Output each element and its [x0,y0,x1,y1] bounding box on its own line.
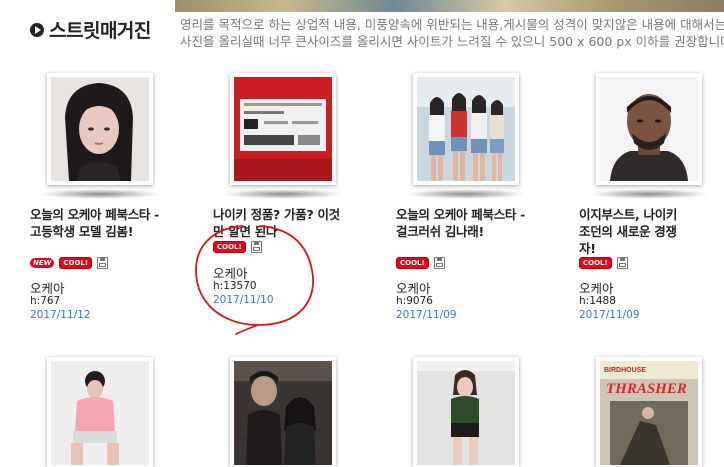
post-date: 2017/11/12 [30,309,91,321]
post-date: 2017/11/09 [579,309,640,321]
thumbnail-image-2[interactable] [234,77,332,181]
cool-badge: COOL! [213,241,246,253]
post-thumbnail[interactable] [596,73,702,185]
notice-line-2: 사진을 올리실때 너무 큰사이즈를 올리시면 사이트가 느려질 수 있으니 50… [180,34,724,49]
post-hits: h:9076 [396,295,433,307]
post-hits: h:1488 [579,295,616,307]
post-date: 2017/11/10 [213,294,274,306]
post-title-link[interactable]: 오늘의 오케아 페북스타 - 고등학생 모델 김봄! [30,206,160,240]
thumbnail-shadow [40,189,160,199]
section-title: 스트릿매거진 [49,20,151,42]
post-card-2[interactable]: 나이키 정품? 가품? 이것만 알면 된다 COOL! 오케아 h:13570 … [213,73,373,333]
thumbnail-shadow [223,189,343,199]
post-thumbnail[interactable] [230,357,336,467]
thumbnail-image-1[interactable] [51,77,149,181]
play-circle-icon [30,22,44,37]
top-banner-image [175,0,724,12]
thumbnail-image-8[interactable]: BIRDHOUSE THRASHER [600,361,698,465]
thumbnail-image-6[interactable] [234,361,332,465]
save-icon[interactable] [433,257,445,269]
post-thumbnail[interactable] [47,357,153,467]
post-card-5[interactable] [30,357,190,467]
post-card-7[interactable] [396,357,556,467]
thumbnail-image-4[interactable] [600,77,698,181]
post-title-link[interactable]: 이지부스트, 나이키 조던의 새로운 경쟁자! [579,206,687,257]
post-badges: NEW COOL! [30,257,109,269]
notice-line-1: 영리를 목적으로 하는 상업적 내용, 미풍양속에 위반되는 내용,게시물의 성… [180,17,724,32]
post-title-link[interactable]: 오늘의 오케아 페북스타 - 걸크러쉬 김나래! [396,206,526,240]
magazine-brand-text: BIRDHOUSE [604,367,646,374]
post-thumbnail[interactable] [230,73,336,185]
section-header: 스트릿매거진 [30,16,151,43]
thumbnail-image-7[interactable] [417,361,515,465]
cool-badge: COOL! [59,257,93,269]
cool-badge: COOL! [579,257,612,269]
post-badges: COOL! [579,257,628,269]
post-thumbnail[interactable]: BIRDHOUSE THRASHER [596,357,702,467]
post-card-8[interactable]: BIRDHOUSE THRASHER [579,357,724,467]
thumbnail-image-5[interactable] [51,361,149,465]
posting-notice: 영리를 목적으로 하는 상업적 내용, 미풍양속에 위반되는 내용,게시물의 성… [180,16,724,50]
post-card-3[interactable]: 오늘의 오케아 페북스타 - 걸크러쉬 김나래! COOL! 오케아 h:907… [396,73,556,333]
cool-badge: COOL! [396,257,429,269]
post-badges: COOL! [213,241,262,253]
save-icon[interactable] [250,241,262,253]
post-card-4[interactable]: 이지부스트, 나이키 조던의 새로운 경쟁자! COOL! 오케아 h:1488… [579,73,724,333]
post-badges: COOL! [396,257,445,269]
post-date: 2017/11/09 [396,309,457,321]
post-thumbnail[interactable] [413,357,519,467]
post-title-link[interactable]: 나이키 정품? 가품? 이것만 알면 된다 [213,206,343,240]
post-card-6[interactable] [213,357,373,467]
save-icon[interactable] [616,257,628,269]
thumbnail-shadow [589,189,709,199]
new-badge: NEW [30,258,55,268]
post-thumbnail[interactable] [413,73,519,185]
post-hits: h:13570 [213,280,257,292]
magazine-title-text: THRASHER [606,381,687,397]
post-thumbnail[interactable] [47,73,153,185]
thumbnail-shadow [406,189,526,199]
post-card-1[interactable]: 오늘의 오케아 페북스타 - 고등학생 모델 김봄! NEW COOL! 오케아… [30,73,190,333]
thumbnail-image-3[interactable] [417,77,515,181]
post-hits: h:767 [30,295,61,307]
save-icon[interactable] [97,257,109,269]
